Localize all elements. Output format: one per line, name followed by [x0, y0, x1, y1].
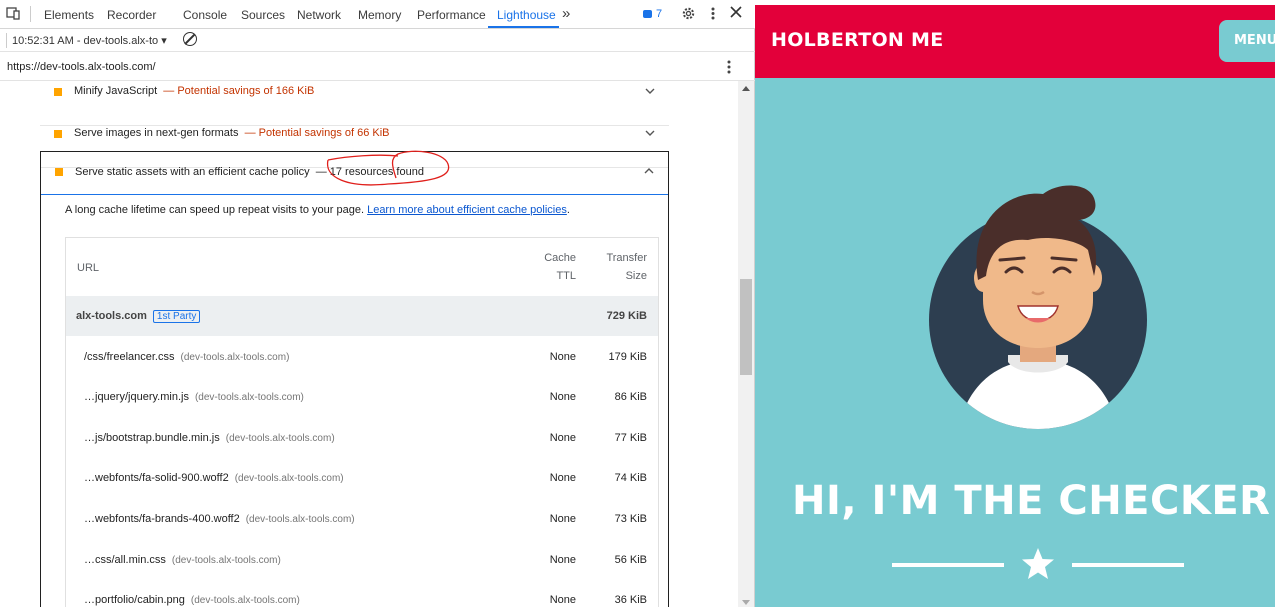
report-selector[interactable]: 10:52:31 AM - dev-tools.alx-to ▾	[12, 34, 167, 47]
resource-cache-ttl: None	[549, 391, 576, 403]
hero-heading: HI, I'M THE CHECKER!	[792, 478, 1275, 524]
tab-network[interactable]: Network	[297, 8, 341, 22]
column-header-transfer-size-line1: Transfer	[606, 252, 647, 264]
issues-count: 7	[656, 8, 663, 20]
learn-more-link[interactable]: Learn more about efficient cache policie…	[367, 204, 567, 216]
resource-url[interactable]: …webfonts/fa-solid-900.woff2 (dev-tools.a…	[84, 472, 344, 484]
resource-size: 179 KiB	[608, 351, 647, 363]
tab-divider	[30, 6, 31, 22]
column-header-url: URL	[77, 262, 100, 274]
table-row: …portfolio/cabin.png (dev-tools.alx-tools…	[66, 580, 658, 607]
table-group-row: alx-tools.com 1st Party 729 KiB	[66, 296, 658, 336]
resource-cache-ttl: None	[549, 432, 576, 444]
tab-sources[interactable]: Sources	[241, 8, 285, 22]
lighthouse-toolbar: 10:52:31 AM - dev-tools.alx-to ▾	[0, 29, 755, 52]
warning-square-icon	[54, 130, 62, 138]
resource-cache-ttl: None	[549, 351, 576, 363]
tab-memory[interactable]: Memory	[358, 8, 401, 22]
page-preview: HOLBERTON ME MENU HI, I'M THE CHECKER!	[755, 0, 1275, 607]
resource-cache-ttl: None	[549, 472, 576, 484]
resource-size: 77 KiB	[614, 432, 647, 444]
tab-console[interactable]: Console	[183, 8, 227, 22]
toolbar-divider	[6, 33, 7, 48]
close-icon[interactable]	[730, 6, 742, 21]
audit-cache-policy-expanded: Serve static assets with an efficient ca…	[40, 151, 669, 607]
first-party-badge: 1st Party	[152, 310, 201, 323]
tab-recorder[interactable]: Recorder	[107, 8, 156, 22]
column-header-cache-ttl-line1: Cache	[544, 252, 576, 264]
site-navbar: HOLBERTON ME MENU	[755, 5, 1275, 78]
active-tab-indicator	[488, 26, 559, 28]
column-header-cache-ttl-line2: TTL	[556, 270, 576, 282]
resource-cache-ttl: None	[549, 513, 576, 525]
report-url-bar: https://dev-tools.alx-tools.com/	[0, 53, 755, 81]
resource-url[interactable]: …portfolio/cabin.png (dev-tools.alx-tools…	[84, 594, 300, 606]
clear-reports-icon[interactable]	[183, 32, 197, 46]
scroll-down-arrow-icon[interactable]	[742, 600, 750, 605]
scroll-up-arrow-icon[interactable]	[742, 86, 750, 91]
group-host: alx-tools.com 1st Party	[76, 310, 201, 323]
resource-url[interactable]: …js/bootstrap.bundle.min.js (dev-tools.al…	[84, 432, 335, 444]
audit-title: Minify JavaScript — Potential savings of…	[74, 85, 315, 97]
resource-cache-ttl: None	[549, 594, 576, 606]
audit-cache-policy-header[interactable]: Serve static assets with an efficient ca…	[41, 152, 668, 195]
audit-resource-count: 17 resources found	[329, 166, 424, 178]
resource-url[interactable]: /css/freelancer.css (dev-tools.alx-tools.…	[84, 351, 289, 363]
resource-size: 36 KiB	[614, 594, 647, 606]
resource-size: 56 KiB	[614, 554, 647, 566]
tab-elements[interactable]: Elements	[44, 8, 94, 22]
warning-square-icon	[54, 88, 62, 96]
report-menu-icon[interactable]	[726, 59, 732, 75]
more-options-icon[interactable]	[709, 6, 717, 24]
report-url: https://dev-tools.alx-tools.com/	[7, 61, 156, 73]
resource-cache-ttl: None	[549, 554, 576, 566]
devtools-panel: Elements Recorder Console Sources Networ…	[0, 0, 755, 607]
issues-icon	[643, 10, 652, 19]
resource-url[interactable]: …webfonts/fa-brands-400.woff2 (dev-tools.…	[84, 513, 355, 525]
audit-title: Serve images in next-gen formats — Poten…	[74, 127, 390, 139]
audit-savings: Potential savings of 66 KiB	[258, 127, 390, 139]
cache-resources-table: URL Cache TTL Transfer Size alx-tools.co…	[65, 237, 659, 607]
audit-savings: Potential savings of 166 KiB	[177, 85, 315, 97]
tab-lighthouse[interactable]: Lighthouse	[497, 8, 556, 22]
warning-square-icon	[55, 168, 63, 176]
menu-label: MENU	[1234, 33, 1275, 48]
table-row: …js/bootstrap.bundle.min.js (dev-tools.al…	[66, 418, 658, 458]
menu-button[interactable]: MENU	[1219, 20, 1275, 62]
audit-title: Serve static assets with an efficient ca…	[75, 166, 424, 178]
table-row: …webfonts/fa-solid-900.woff2 (dev-tools.a…	[66, 458, 658, 498]
column-header-transfer-size-line2: Size	[625, 270, 647, 282]
resource-size: 73 KiB	[614, 513, 647, 525]
avatar-illustration	[929, 185, 1147, 429]
site-brand[interactable]: HOLBERTON ME	[771, 29, 944, 51]
device-toolbar-icon[interactable]	[6, 6, 20, 23]
scrollbar-thumb[interactable]	[740, 279, 752, 375]
divider-line-right	[1072, 563, 1184, 567]
audit-minify-javascript[interactable]: Minify JavaScript — Potential savings of…	[40, 84, 669, 126]
chevron-up-icon	[644, 164, 654, 178]
group-size: 729 KiB	[606, 310, 647, 322]
resource-url[interactable]: …css/all.min.css (dev-tools.alx-tools.com…	[84, 554, 281, 566]
resource-url[interactable]: …jquery/jquery.min.js (dev-tools.alx-tool…	[84, 391, 304, 403]
star-icon	[1022, 548, 1054, 579]
chevron-down-icon	[645, 84, 655, 98]
issues-badge[interactable]: 7	[643, 8, 662, 20]
divider-line-left	[892, 563, 1004, 567]
devtools-tab-bar: Elements Recorder Console Sources Networ…	[0, 0, 755, 29]
table-row: …jquery/jquery.min.js (dev-tools.alx-tool…	[66, 377, 658, 417]
more-tabs-button[interactable]: »	[562, 5, 570, 22]
settings-gear-icon[interactable]	[681, 6, 696, 24]
lighthouse-report: Minify JavaScript — Potential savings of…	[0, 81, 738, 607]
chevron-down-icon	[645, 126, 655, 140]
tab-performance[interactable]: Performance	[417, 8, 486, 22]
table-row: …webfonts/fa-brands-400.woff2 (dev-tools.…	[66, 499, 658, 539]
table-row: /css/freelancer.css (dev-tools.alx-tools.…	[66, 337, 658, 377]
audit-description: A long cache lifetime can speed up repea…	[65, 204, 570, 216]
report-scrollbar[interactable]	[738, 81, 754, 607]
resource-size: 74 KiB	[614, 472, 647, 484]
table-row: …css/all.min.css (dev-tools.alx-tools.com…	[66, 540, 658, 580]
resource-size: 86 KiB	[614, 391, 647, 403]
